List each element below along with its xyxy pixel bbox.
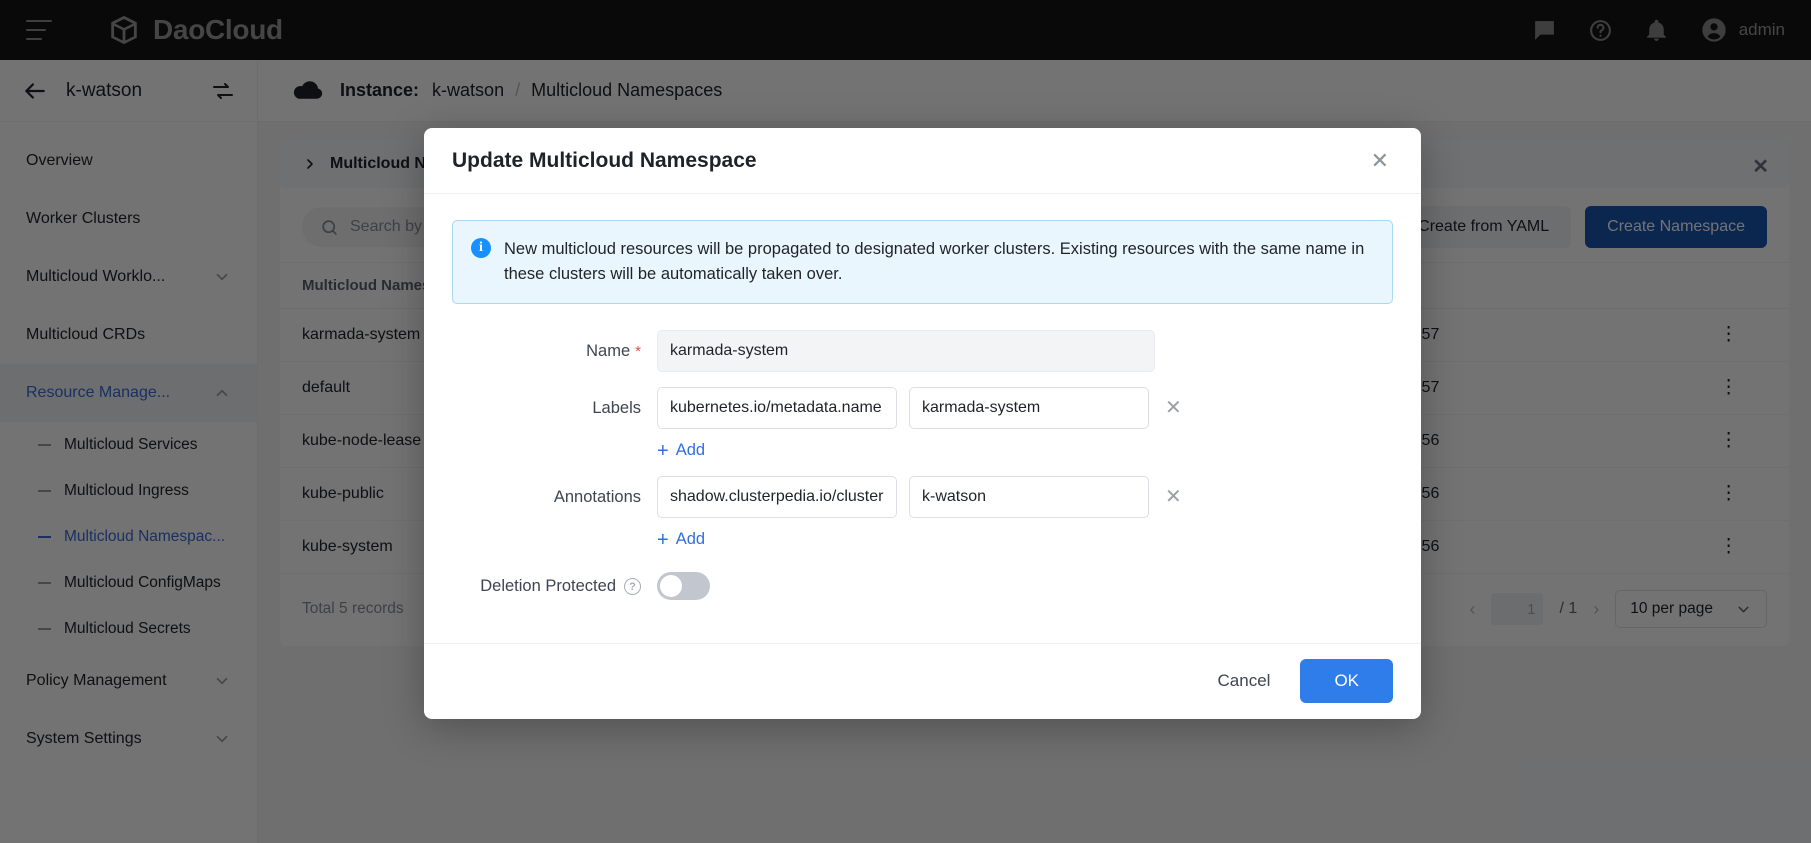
- modal-title: Update Multicloud Namespace: [452, 149, 757, 173]
- close-icon[interactable]: ✕: [1367, 146, 1393, 176]
- annotation-key-input[interactable]: [657, 476, 897, 518]
- toggle-knob: [660, 575, 682, 597]
- info-icon: i: [471, 238, 491, 258]
- ok-button[interactable]: OK: [1300, 659, 1393, 703]
- annotations-field-wrap: ✕ + Add: [657, 476, 1393, 551]
- label-value-input[interactable]: [909, 387, 1149, 429]
- info-banner: i New multicloud resources will be propa…: [452, 220, 1393, 304]
- deletion-protected-label: Deletion Protected?: [452, 565, 657, 607]
- form-row-labels: Labels ✕ + Add: [452, 387, 1393, 462]
- labels-label: Labels: [452, 387, 657, 429]
- modal-body: i New multicloud resources will be propa…: [424, 194, 1421, 643]
- add-annotation-text: Add: [676, 530, 705, 549]
- name-label: Name *: [452, 330, 657, 373]
- annotation-pair-row: ✕: [657, 476, 1393, 518]
- remove-label-icon[interactable]: ✕: [1161, 398, 1186, 418]
- add-label-button[interactable]: + Add: [657, 441, 705, 461]
- namespace-form: Name * Labels ✕ + Add: [452, 304, 1393, 635]
- modal-header: Update Multicloud Namespace ✕: [424, 128, 1421, 194]
- plus-icon: +: [657, 441, 669, 461]
- form-row-annotations: Annotations ✕ + Add: [452, 476, 1393, 551]
- info-banner-text: New multicloud resources will be propaga…: [504, 237, 1374, 287]
- add-annotation-button[interactable]: + Add: [657, 530, 705, 550]
- modal-footer: Cancel OK: [424, 643, 1421, 719]
- annotations-label: Annotations: [452, 476, 657, 518]
- update-namespace-modal: Update Multicloud Namespace ✕ i New mult…: [424, 128, 1421, 719]
- help-icon[interactable]: ?: [624, 578, 641, 595]
- name-field-wrap: [657, 330, 1393, 372]
- form-row-deletion-protected: Deletion Protected?: [452, 565, 1393, 607]
- form-row-name: Name *: [452, 330, 1393, 373]
- cancel-button[interactable]: Cancel: [1208, 663, 1281, 699]
- annotation-value-input[interactable]: [909, 476, 1149, 518]
- label-pair-row: ✕: [657, 387, 1393, 429]
- label-key-input[interactable]: [657, 387, 897, 429]
- name-input[interactable]: [657, 330, 1155, 372]
- deletion-protected-label-text: Deletion Protected: [480, 577, 616, 595]
- remove-annotation-icon[interactable]: ✕: [1161, 487, 1186, 507]
- labels-field-wrap: ✕ + Add: [657, 387, 1393, 462]
- deletion-protected-toggle[interactable]: [657, 572, 710, 600]
- plus-icon: +: [657, 530, 669, 550]
- required-marker: *: [635, 343, 641, 360]
- add-label-text: Add: [676, 441, 705, 460]
- deletion-protected-wrap: [657, 565, 1393, 600]
- name-label-text: Name: [586, 342, 630, 360]
